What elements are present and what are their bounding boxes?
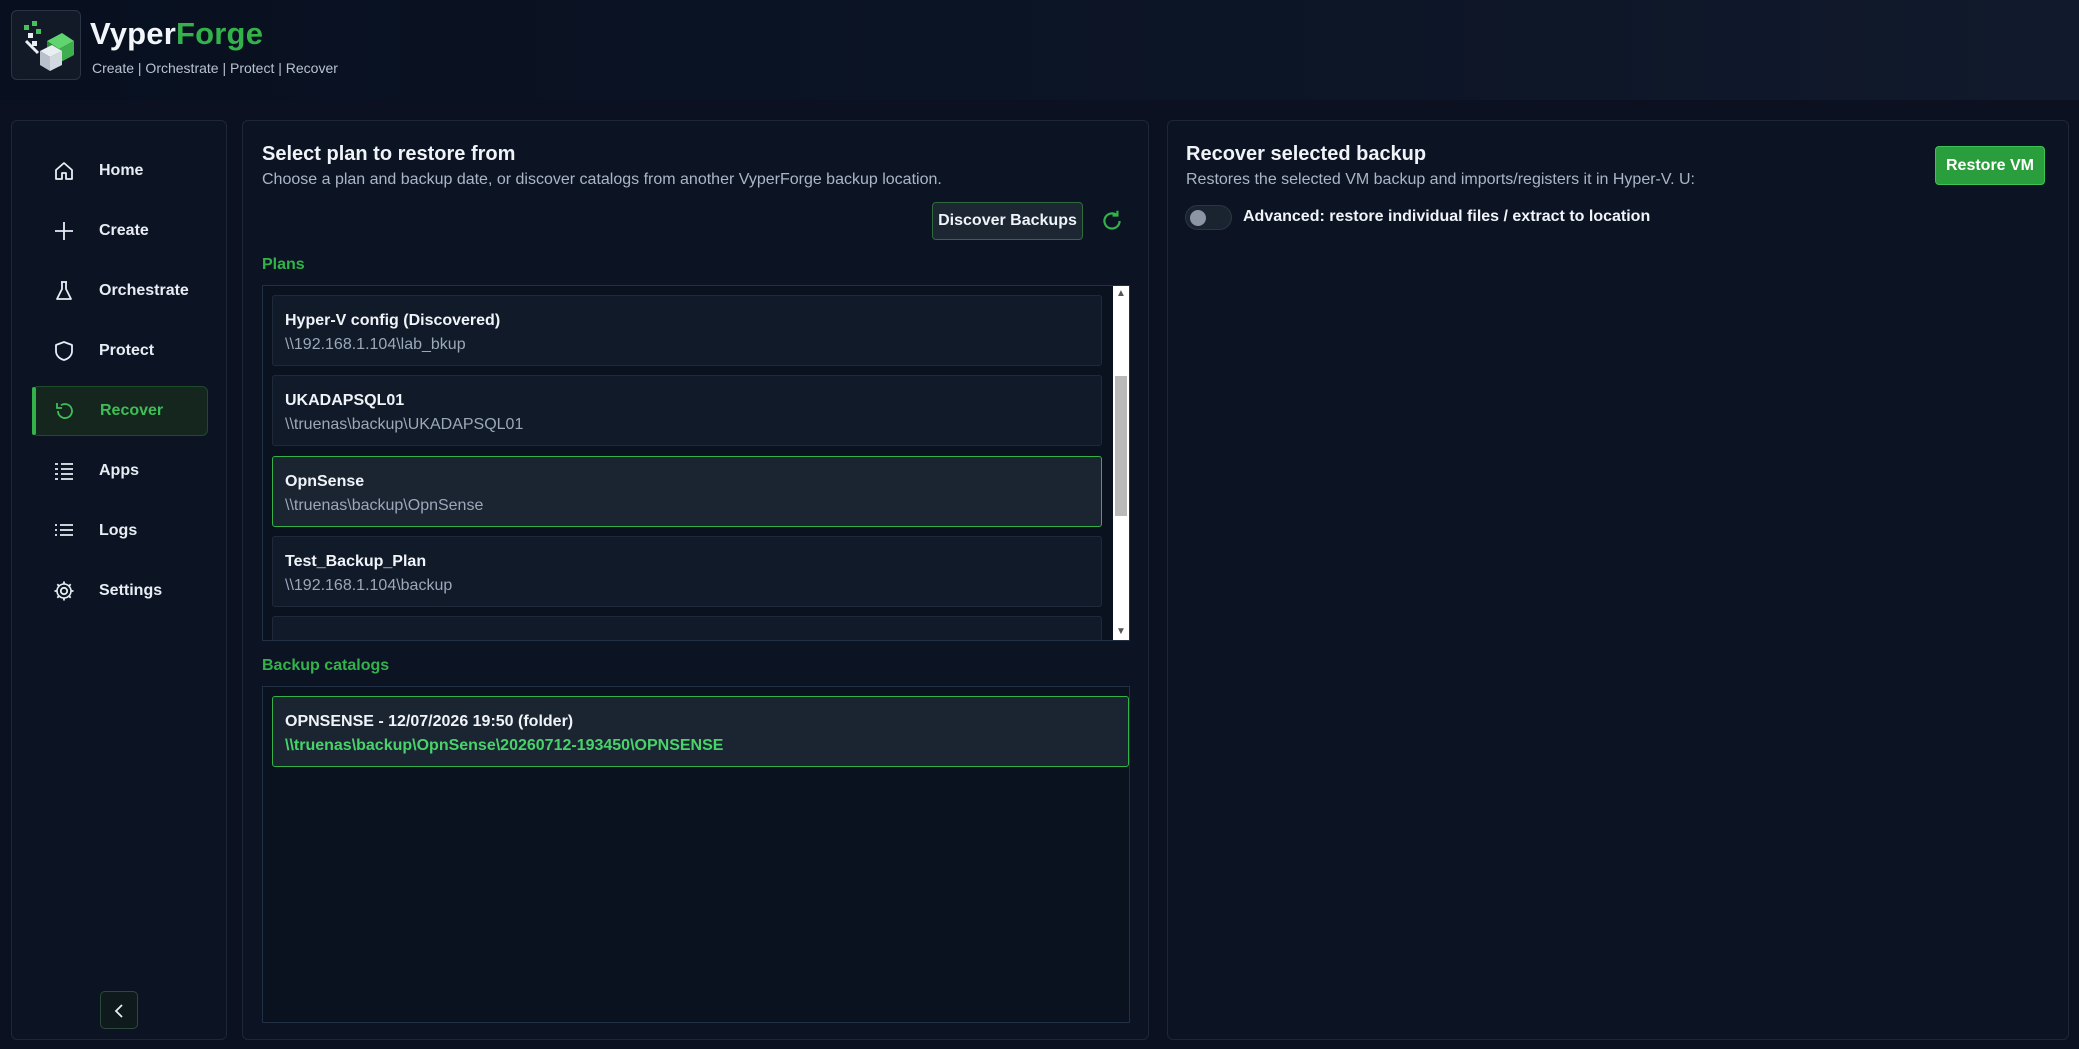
sidebar-item-recover[interactable]: Recover [32, 386, 208, 436]
app-tagline: Create | Orchestrate | Protect | Recover [92, 60, 338, 76]
plan-name: UKADAPSQL01 [285, 392, 405, 409]
plan-name: Test_Backup_Plan [285, 553, 427, 570]
plan-item-selected[interactable]: OpnSense \\truenas\backup\OpnSense [272, 456, 1102, 527]
plan-path: \\192.168.1.104\lab_bkup [285, 336, 466, 353]
shield-icon [55, 341, 73, 361]
recover-icon [56, 403, 73, 419]
sidebar-item-label: Create [99, 222, 149, 239]
sidebar-item-label: Apps [99, 462, 139, 479]
sidebar-item-label: Settings [99, 582, 163, 599]
apps-list-icon [55, 463, 73, 480]
plus-icon [55, 222, 73, 240]
select-plan-subtitle: Choose a plan and backup date, or discov… [262, 171, 942, 188]
sidebar-item-apps[interactable]: Apps [32, 446, 208, 496]
plan-item[interactable]: Hyper-V config (Discovered) \\192.168.1.… [272, 295, 1102, 366]
recover-panel: Recover selected backup Restores the sel… [1167, 120, 2069, 1040]
sidebar-item-logs[interactable]: Logs [32, 506, 208, 556]
plans-scrollbar[interactable]: ▲ ▼ [1113, 286, 1129, 640]
sidebar-item-label: Home [99, 162, 144, 179]
sidebar-collapse-button[interactable] [100, 991, 138, 1029]
advanced-restore-toggle[interactable] [1185, 205, 1232, 230]
catalogs-list[interactable]: OPNSENSE - 12/07/2026 19:50 (folder) \\t… [262, 686, 1130, 1023]
recover-subtitle: Restores the selected VM backup and impo… [1186, 171, 1695, 188]
sidebar-item-label: Recover [100, 402, 164, 419]
sidebar-item-label: Protect [99, 342, 155, 359]
app-header: VyperForge Create | Orchestrate | Protec… [0, 0, 2079, 100]
toggle-knob [1190, 210, 1206, 226]
plan-path: \\192.168.1.104\backup [285, 577, 453, 594]
sidebar-item-protect[interactable]: Protect [32, 326, 208, 376]
scrollbar-thumb[interactable] [1115, 376, 1127, 516]
plan-path: \\truenas\backup\UKADAPSQL01 [285, 416, 524, 433]
plan-path: \\truenas\backup\OpnSense [285, 497, 484, 514]
sidebar-item-settings[interactable]: Settings [32, 566, 208, 616]
plan-item[interactable]: UKADAPSQL01 \\truenas\backup\UKADAPSQL01 [272, 375, 1102, 446]
plan-name: OpnSense [285, 473, 365, 490]
logs-list-icon [55, 524, 73, 536]
chevron-left-icon [114, 1004, 123, 1018]
sidebar-item-label: Logs [99, 522, 138, 539]
scroll-up-icon[interactable]: ▲ [1113, 286, 1129, 302]
scroll-down-icon[interactable]: ▼ [1113, 624, 1129, 640]
select-plan-title: Select plan to restore from [262, 143, 516, 165]
advanced-restore-label: Advanced: restore individual files / ext… [1243, 208, 1651, 225]
app-title: VyperForge [90, 16, 263, 52]
backup-catalogs-label: Backup catalogs [262, 657, 390, 674]
sidebar-item-orchestrate[interactable]: Orchestrate [32, 266, 208, 316]
app-logo [11, 10, 81, 80]
select-plan-panel: Select plan to restore from Choose a pla… [242, 120, 1149, 1040]
plan-item-partial[interactable] [272, 616, 1102, 640]
logo-icon [24, 21, 74, 71]
flask-icon [56, 281, 72, 300]
catalog-path: \\truenas\backup\OpnSense\20260712-19345… [285, 737, 724, 754]
sidebar-item-label: Orchestrate [99, 282, 189, 299]
recover-title: Recover selected backup [1186, 143, 1427, 165]
plans-label: Plans [262, 256, 305, 273]
plans-list[interactable]: Hyper-V config (Discovered) \\192.168.1.… [262, 285, 1130, 641]
catalog-name: OPNSENSE - 12/07/2026 19:50 (folder) [285, 713, 574, 730]
discover-backups-button[interactable]: Discover Backups [932, 202, 1083, 240]
home-icon [55, 162, 73, 180]
plan-item[interactable]: Test_Backup_Plan \\192.168.1.104\backup [272, 536, 1102, 607]
restore-vm-button[interactable]: Restore VM [1935, 146, 2045, 185]
sidebar-item-create[interactable]: Create [32, 206, 208, 256]
app-title-part2: Forge [176, 16, 264, 51]
plan-name: Hyper-V config (Discovered) [285, 312, 501, 329]
sidebar: Home Create Orchestrate Protect Recover … [11, 120, 227, 1040]
catalog-item-selected[interactable]: OPNSENSE - 12/07/2026 19:50 (folder) \\t… [272, 696, 1129, 767]
gear-icon [54, 581, 74, 601]
refresh-icon[interactable] [1099, 208, 1125, 234]
sidebar-item-home[interactable]: Home [32, 146, 208, 196]
app-title-part1: Vyper [90, 16, 177, 51]
